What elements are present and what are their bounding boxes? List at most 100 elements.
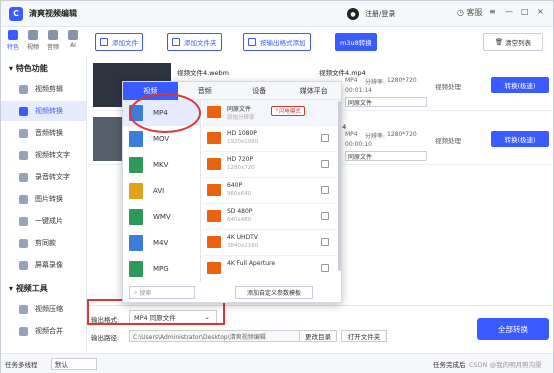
search-placeholder: 搜索 xyxy=(139,290,152,297)
preset-item[interactable]: 640P 960x640 xyxy=(203,178,339,204)
add-file-button[interactable]: 添加文件 xyxy=(95,33,143,51)
edit-icon[interactable] xyxy=(321,264,329,272)
tab-video-label: 视频 xyxy=(26,44,39,51)
minimize-button[interactable]: — xyxy=(505,7,513,16)
preset-select[interactable]: 同原文件 xyxy=(345,151,427,161)
format-label: MKV xyxy=(153,161,169,169)
ai-icon xyxy=(68,30,78,40)
video-icon xyxy=(28,30,38,40)
output-file-name[interactable]: 视频文件4.mp4 xyxy=(319,67,366,77)
after-complete-label: 任务完成后 xyxy=(433,361,466,369)
film-icon xyxy=(207,210,221,222)
tab-featured[interactable]: 特色 xyxy=(5,30,21,57)
edit-icon[interactable] xyxy=(321,238,329,246)
tab-audio[interactable]: 音频 xyxy=(45,30,61,57)
sidebar-item-label: 视频剪辑 xyxy=(35,85,63,93)
section-tools-label: 视频工具 xyxy=(15,284,48,293)
sidebar-item-template[interactable]: 剪同款 xyxy=(1,233,86,253)
service-button[interactable]: ◷ 客服 xyxy=(457,7,483,18)
film-icon xyxy=(207,132,221,144)
mov-file-icon xyxy=(129,131,143,147)
login-area[interactable]: ● 注册/登录 xyxy=(347,8,395,20)
popup-tab-device[interactable]: 设备 xyxy=(232,82,287,100)
preset-item[interactable]: SD 480P 640x480 xyxy=(203,204,339,230)
video-process-button[interactable]: 视频处理 xyxy=(435,135,461,145)
tab-featured-label: 特色 xyxy=(6,44,19,51)
add-file-icon xyxy=(100,38,108,46)
change-dir-button[interactable]: 更改目录 xyxy=(299,330,337,342)
sidebar-item-screen-record[interactable]: 屏幕录像 xyxy=(1,255,86,275)
convert-all-button[interactable]: 全部转换 xyxy=(477,318,549,340)
format-item-m4v[interactable]: M4V xyxy=(123,230,200,256)
resolution-label: 分辨率: xyxy=(365,79,386,86)
format-item-mpg[interactable]: MPG xyxy=(123,256,200,282)
sidebar-item-label: 图片转换 xyxy=(35,195,63,203)
output-format: MP4 xyxy=(345,77,358,84)
edit-icon[interactable] xyxy=(321,186,329,194)
sidebar-item-label: 音频转换 xyxy=(35,129,63,137)
format-label: AVI xyxy=(153,187,165,195)
preset-item[interactable]: 4K UHDTV 3840x2160 xyxy=(203,230,339,256)
toolbar: 添加文件 添加文件夹 按输出格式添加 m3u8转换 🗑 清空列表 xyxy=(89,31,553,53)
output-format: MP4 xyxy=(345,131,358,138)
close-button[interactable]: × xyxy=(537,7,544,16)
preset-select[interactable]: 同原文件 xyxy=(345,97,427,107)
convert-button[interactable]: 转换(极速) xyxy=(491,77,549,93)
sidebar-item-video-to-text[interactable]: 视频转文字 xyxy=(1,145,86,165)
sidebar-item-merge[interactable]: 视频合并 xyxy=(1,321,86,341)
preset-item[interactable]: 4K Full Aperture xyxy=(203,256,339,280)
preset-scrollbar[interactable] xyxy=(338,101,341,271)
tab-ai-label: AI xyxy=(70,42,76,49)
m3u8-button[interactable]: m3u8转换 xyxy=(335,33,377,51)
menu-button[interactable]: ≡ xyxy=(489,7,496,16)
template-icon xyxy=(19,238,28,248)
format-item-wmv[interactable]: WMV xyxy=(123,204,200,230)
clear-list-button[interactable]: 🗑 清空列表 xyxy=(483,33,543,51)
preset-item[interactable]: HD 1080P 1920x1080 xyxy=(203,126,339,152)
add-folder-label: 添加文件夹 xyxy=(184,39,217,47)
preset-name: HD 720P xyxy=(227,156,254,163)
video-process-button[interactable]: 视频处理 xyxy=(435,81,461,91)
clear-list-label: 清空列表 xyxy=(505,39,532,47)
duration-value: 00:00:10 xyxy=(345,141,372,148)
sidebar-item-audio-to-text[interactable]: 录音转文字 xyxy=(1,167,86,187)
edit-icon[interactable] xyxy=(321,160,329,168)
sidebar-item-video-convert[interactable]: 视频转换 xyxy=(1,101,86,121)
tab-ai[interactable]: AI xyxy=(65,30,81,57)
add-folder-button[interactable]: 添加文件夹 xyxy=(167,33,222,51)
format-search-input[interactable]: ⌕ 搜索 xyxy=(129,286,195,299)
sidebar-section-featured[interactable]: ▾ 特色功能 xyxy=(9,63,48,74)
add-custom-preset-button[interactable]: 添加自定义参数模板 xyxy=(235,286,313,299)
format-item-avi[interactable]: AVI xyxy=(123,178,200,204)
add-by-format-button[interactable]: 按输出格式添加 xyxy=(243,33,311,51)
edit-icon[interactable] xyxy=(321,212,329,220)
tab-video[interactable]: 视频 xyxy=(25,30,41,57)
threads-label: 任务多线程 xyxy=(5,361,38,369)
threads-value: 默认 xyxy=(55,361,68,369)
compress-icon xyxy=(19,304,28,314)
preset-item[interactable]: 同原文件 原始分辨率 ⚡ 闪电模式 xyxy=(203,100,339,126)
sidebar-item-video-edit[interactable]: 视频剪辑 xyxy=(1,79,86,99)
sidebar-item-audio-convert[interactable]: 音频转换 xyxy=(1,123,86,143)
maximize-button[interactable]: □ xyxy=(521,7,529,16)
lightning-mode-badge: ⚡ 闪电模式 xyxy=(271,106,305,116)
convert-icon xyxy=(19,106,28,116)
format-label: M4V xyxy=(153,239,169,247)
sidebar-item-compress[interactable]: 视频压缩 xyxy=(1,299,86,319)
sidebar-item-image-convert[interactable]: 图片转换 xyxy=(1,189,86,209)
edit-icon[interactable] xyxy=(321,134,329,142)
preset-item[interactable]: HD 720P 1280x720 xyxy=(203,152,339,178)
popup-tab-platform[interactable]: 媒体平台 xyxy=(287,82,342,100)
sidebar-item-one-click[interactable]: 一键成片 xyxy=(1,211,86,231)
convert-button[interactable]: 转换(极速) xyxy=(491,131,549,147)
watermark: CSDN @我的明月照沟渠 xyxy=(469,361,542,369)
format-item-mkv[interactable]: MKV xyxy=(123,152,200,178)
input-file-name: 视频文件4.webm xyxy=(177,69,229,77)
sidebar-section-tools[interactable]: ▾ 视频工具 xyxy=(9,283,48,294)
preset-name: 4K Full Aperture xyxy=(227,260,276,267)
scissors-icon xyxy=(19,84,28,94)
open-folder-button[interactable]: 打开文件夹 xyxy=(341,330,387,342)
film-icon xyxy=(207,158,221,170)
threads-select[interactable]: 默认 xyxy=(51,358,97,370)
sidebar-item-label: 视频压缩 xyxy=(35,305,63,313)
